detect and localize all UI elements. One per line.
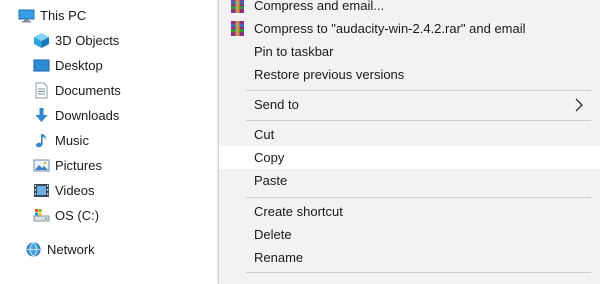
nav-item-videos[interactable]: Videos <box>33 179 95 201</box>
menu-item-delete[interactable]: Delete <box>219 223 600 246</box>
menu-separator <box>246 272 591 273</box>
menu-item-send-to[interactable]: Send to <box>219 93 600 116</box>
winrar-icon <box>229 0 246 14</box>
context-menu: Compress and email... Compress to "audac… <box>218 0 600 284</box>
menu-item-label: Paste <box>254 173 288 188</box>
documents-icon <box>33 82 50 99</box>
menu-item-paste[interactable]: Paste <box>219 169 600 192</box>
cube-icon <box>33 32 50 49</box>
nav-network[interactable]: Network <box>25 238 95 260</box>
menu-separator <box>246 90 591 91</box>
menu-item-label: Copy <box>254 150 285 165</box>
menu-item-compress-to-rar-and-email[interactable]: Compress to "audacity-win-2.4.2.rar" and… <box>219 17 600 40</box>
menu-item-label: Cut <box>254 127 275 142</box>
menu-item-label: Pin to taskbar <box>254 44 334 59</box>
music-icon <box>33 132 50 149</box>
menu-separator <box>246 197 591 198</box>
nav-item-os-c[interactable]: OS (C:) <box>33 204 99 226</box>
pictures-icon <box>33 157 50 174</box>
nav-this-pc-label: This PC <box>40 7 87 23</box>
winrar-icon <box>229 20 246 37</box>
menu-item-rename[interactable]: Rename <box>219 246 600 269</box>
desktop-icon <box>33 57 50 74</box>
navigation-pane: This PC 3D Objects Desktop Documents Dow… <box>0 0 218 274</box>
menu-item-pin-to-taskbar[interactable]: Pin to taskbar <box>219 40 600 63</box>
nav-item-pictures[interactable]: Pictures <box>33 154 102 176</box>
nav-item-3d-objects[interactable]: 3D Objects <box>33 29 119 51</box>
nav-item-label: Downloads <box>55 107 120 123</box>
menu-item-label: Create shortcut <box>254 204 343 219</box>
menu-item-label: Send to <box>254 97 299 112</box>
drive-icon <box>33 207 50 224</box>
nav-item-label: 3D Objects <box>55 32 120 48</box>
nav-item-documents[interactable]: Documents <box>33 79 121 101</box>
nav-item-label: Music <box>55 132 89 148</box>
videos-icon <box>33 182 50 199</box>
computer-icon <box>18 7 35 24</box>
menu-item-compress-and-email[interactable]: Compress and email... <box>219 0 600 17</box>
network-icon <box>25 241 42 258</box>
menu-item-label: Compress and email... <box>254 0 385 13</box>
downloads-icon <box>33 107 50 124</box>
nav-item-label: OS (C:) <box>55 207 100 223</box>
menu-item-label: Delete <box>254 227 292 242</box>
menu-item-cut[interactable]: Cut <box>219 123 600 146</box>
nav-item-label: Desktop <box>55 57 103 73</box>
menu-item-create-shortcut[interactable]: Create shortcut <box>219 200 600 223</box>
menu-item-copy[interactable]: Copy <box>219 146 600 169</box>
nav-item-label: Pictures <box>55 157 102 173</box>
menu-item-restore-previous-versions[interactable]: Restore previous versions <box>219 63 600 86</box>
nav-item-label: Videos <box>55 182 95 198</box>
nav-this-pc[interactable]: This PC <box>18 4 86 26</box>
nav-item-downloads[interactable]: Downloads <box>33 104 119 126</box>
nav-network-label: Network <box>47 241 95 257</box>
chevron-right-icon <box>573 98 585 112</box>
nav-item-label: Documents <box>55 82 121 98</box>
menu-item-label: Rename <box>254 250 304 265</box>
nav-item-desktop[interactable]: Desktop <box>33 54 103 76</box>
menu-item-label: Compress to "audacity-win-2.4.2.rar" and… <box>254 21 526 36</box>
nav-item-music[interactable]: Music <box>33 129 89 151</box>
menu-separator <box>246 120 591 121</box>
menu-item-label: Restore previous versions <box>254 67 405 82</box>
